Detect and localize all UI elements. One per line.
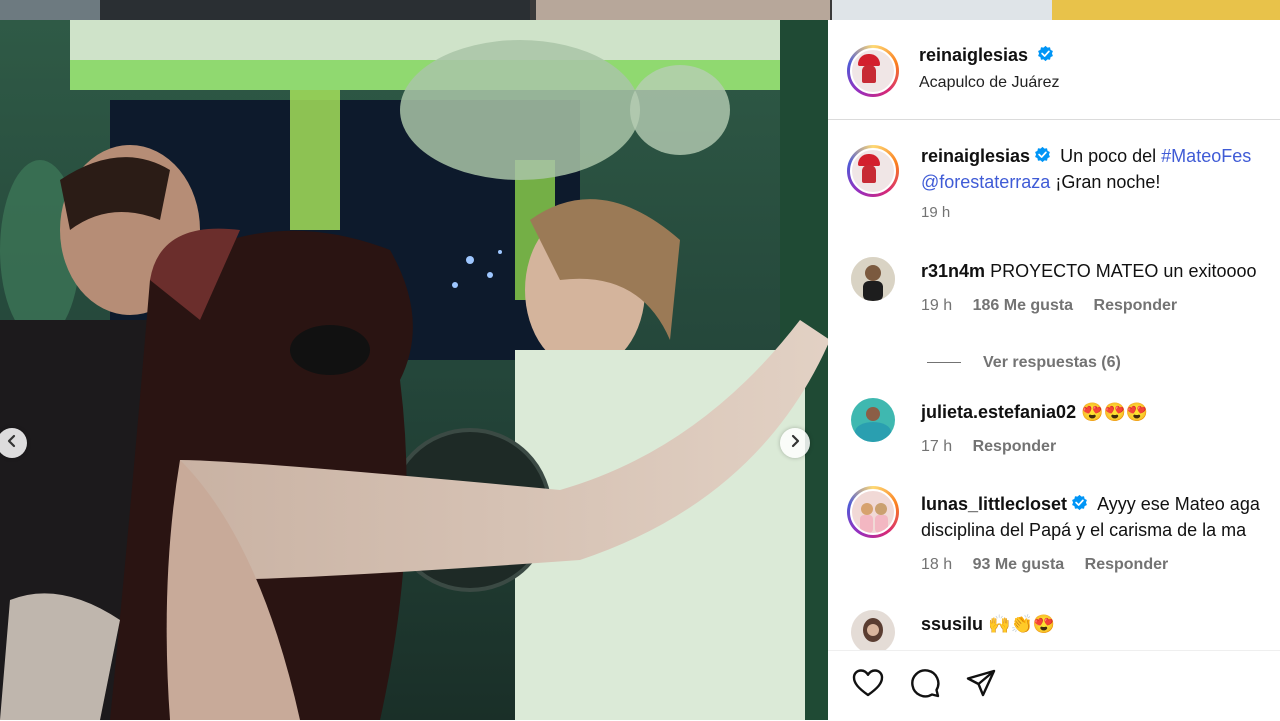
commenter-avatar[interactable]: [847, 486, 899, 538]
caption-text-start: Un poco del: [1060, 146, 1162, 166]
heart-icon: [852, 668, 884, 703]
comment-time: 18 h: [921, 556, 953, 573]
comment-text-continued: disciplina del Papá y el carisma de la m…: [921, 520, 1247, 540]
comment-text: Ayyy ese Mateo aga: [1097, 494, 1260, 514]
comment-text: PROYECTO MATEO un exitoooo: [990, 261, 1257, 281]
comment-likes[interactable]: 93 Me gusta: [973, 556, 1065, 573]
post-actions-bar: [828, 650, 1280, 721]
divider-line: [927, 362, 961, 364]
caption-text-end: ¡Gran noche!: [1050, 172, 1161, 192]
share-icon: [966, 668, 996, 703]
commenter-username[interactable]: lunas_littlecloset: [921, 494, 1067, 514]
comment-text: 🙌👏😍: [988, 614, 1056, 634]
caption-time: 19 h: [921, 204, 951, 221]
commenter-avatar[interactable]: [851, 610, 895, 650]
author-avatar[interactable]: [847, 45, 899, 97]
commenter-username[interactable]: r31n4m: [921, 261, 985, 281]
commenter-avatar[interactable]: [851, 398, 895, 442]
chevron-left-icon: [5, 434, 19, 453]
background-feed-strip: [0, 0, 1280, 20]
verified-badge-icon: [1034, 146, 1051, 168]
reply-button[interactable]: Responder: [973, 438, 1057, 455]
commenter-avatar[interactable]: [851, 257, 895, 301]
chevron-right-icon: [788, 434, 802, 453]
comment-icon: [910, 668, 940, 703]
caption-username[interactable]: reinaiglesias: [921, 146, 1030, 166]
comment-text: 😍😍😍: [1081, 402, 1149, 422]
share-button[interactable]: [963, 667, 999, 703]
post-location[interactable]: Acapulco de Juárez: [919, 74, 1060, 92]
comment-likes[interactable]: 186 Me gusta: [973, 297, 1073, 314]
view-replies-button[interactable]: Ver respuestas (6): [927, 354, 1121, 372]
caption-avatar[interactable]: [847, 145, 899, 197]
author-username[interactable]: reinaiglesias: [919, 45, 1054, 67]
post-photo: [0, 20, 828, 720]
post-header: reinaiglesias Acapulco de Juárez: [828, 20, 1280, 120]
caption-mention[interactable]: @forestaterraza: [921, 172, 1050, 192]
commenter-username[interactable]: ssusilu: [921, 614, 983, 634]
comment-button[interactable]: [907, 667, 943, 703]
comments-list[interactable]: reinaiglesias Un poco del #MateoFes @for…: [828, 120, 1280, 650]
commenter-username[interactable]: julieta.estefania02: [921, 402, 1076, 422]
post-side-panel: reinaiglesias Acapulco de Juárez reinaig…: [828, 20, 1280, 720]
next-slide-button[interactable]: [780, 428, 810, 458]
verified-badge-icon: [1037, 45, 1054, 67]
caption-hashtag[interactable]: #MateoFes: [1161, 146, 1251, 166]
like-button[interactable]: [850, 667, 886, 703]
post-media[interactable]: [0, 20, 828, 720]
comment-time: 17 h: [921, 438, 953, 455]
comment-time: 19 h: [921, 297, 953, 314]
reply-button[interactable]: Responder: [1094, 297, 1178, 314]
reply-button[interactable]: Responder: [1085, 556, 1169, 573]
verified-badge-icon: [1071, 494, 1088, 516]
